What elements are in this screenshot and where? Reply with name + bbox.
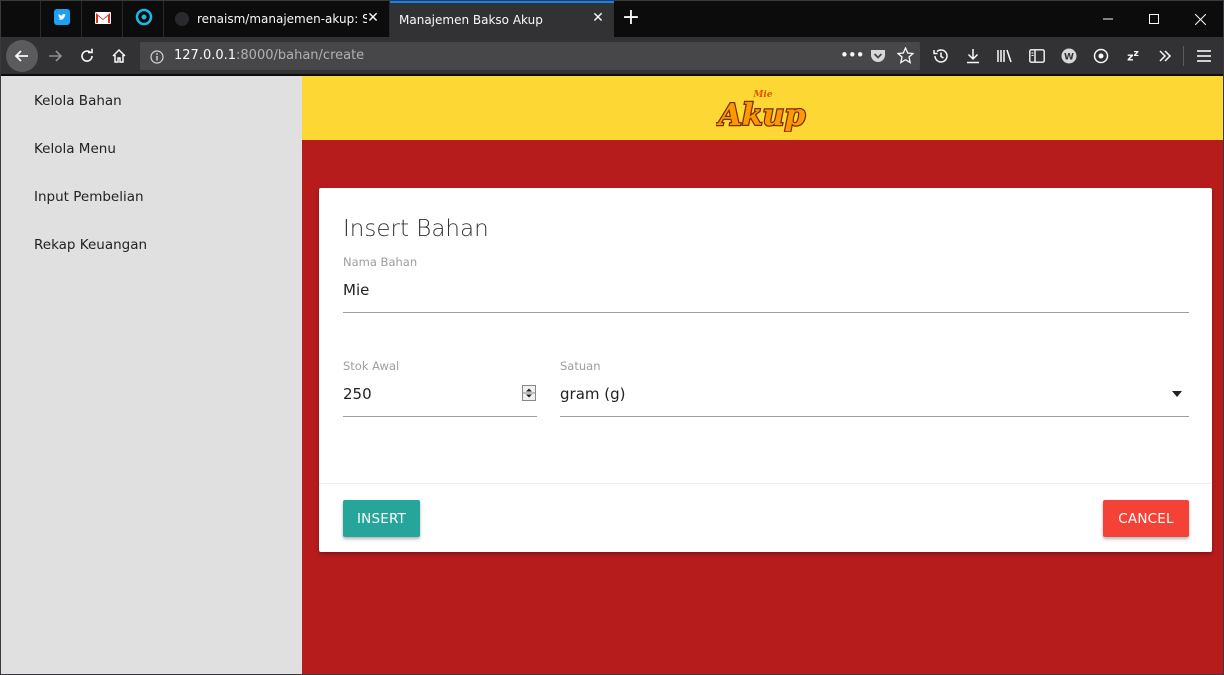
forward-button[interactable] [40, 41, 70, 71]
insert-button[interactable]: INSERT [343, 500, 420, 537]
extension-evernote-icon[interactable] [1086, 41, 1116, 71]
extension-w-icon[interactable]: W [1054, 41, 1084, 71]
new-tab-button[interactable]: + [619, 5, 643, 31]
tab-github[interactable]: renaism/manajemen-akup: Sist ✕ [165, 1, 390, 37]
page-content: Kelola Bahan Kelola Menu Input Pembelian… [1, 76, 1223, 674]
tab-title: renaism/manajemen-akup: Sist [197, 12, 367, 26]
brand-logo[interactable]: Mie Akup [714, 86, 811, 136]
url-text: 127.0.0.1:8000/bahan/create [174, 48, 364, 63]
maximize-button[interactable] [1131, 1, 1177, 37]
header-bar: Mie Akup [302, 76, 1223, 140]
svg-text:W: W [1064, 53, 1074, 63]
stok-awal-input[interactable]: 250 [343, 385, 372, 403]
sidebar-item-kelola-menu[interactable]: Kelola Menu [34, 141, 116, 157]
cancel-button[interactable]: CANCEL [1103, 500, 1189, 537]
bookmark-star-icon[interactable] [896, 46, 915, 68]
overflow-icon[interactable] [1150, 41, 1180, 71]
home-button[interactable] [104, 41, 134, 71]
satuan-underline [560, 416, 1189, 417]
logo-text: Akup [716, 98, 805, 132]
extension-zz-icon[interactable]: zz [1118, 41, 1148, 71]
tab-strip-spacer [1, 1, 41, 37]
satuan-select[interactable]: gram (g) [560, 385, 626, 403]
card-divider [319, 483, 1212, 484]
tab-active[interactable]: Manajemen Bakso Akup ✕ [390, 1, 614, 37]
toolbar-divider [1183, 46, 1184, 66]
info-icon[interactable] [150, 49, 164, 68]
tab-bar: renaism/manajemen-akup: Sist ✕ Manajemen… [1, 1, 1223, 37]
nama-bahan-underline [343, 312, 1189, 313]
circle-app-icon [135, 8, 153, 30]
history-icon[interactable] [926, 41, 956, 71]
nav-toolbar: 127.0.0.1:8000/bahan/create ••• W zz [1, 37, 1223, 75]
twitter-icon [53, 9, 70, 29]
menu-icon[interactable] [1189, 41, 1219, 71]
download-icon[interactable] [958, 41, 988, 71]
library-icon[interactable] [990, 41, 1020, 71]
github-icon [174, 11, 190, 30]
chevron-down-icon[interactable] [1172, 391, 1182, 397]
tab-title: Manajemen Bakso Akup [399, 13, 543, 27]
satuan-label: Satuan [560, 359, 601, 373]
pinned-tab-gmail[interactable] [83, 1, 123, 37]
back-button[interactable] [6, 40, 38, 72]
insert-bahan-card: Insert Bahan Nama Bahan Mie Stok Awal 25… [319, 188, 1212, 552]
minimize-button[interactable] [1085, 1, 1131, 37]
address-bar[interactable]: 127.0.0.1:8000/bahan/create ••• [140, 42, 920, 70]
close-window-button[interactable] [1177, 1, 1223, 37]
pinned-tab-circle-app[interactable] [124, 1, 164, 37]
sidebar: Kelola Bahan Kelola Menu Input Pembelian… [1, 76, 302, 674]
sidebar-icon[interactable] [1022, 41, 1052, 71]
gmail-icon [94, 10, 111, 29]
quantity-stepper[interactable] [522, 385, 536, 401]
url-path: :8000/bahan/create [236, 48, 365, 63]
sidebar-item-kelola-bahan[interactable]: Kelola Bahan [34, 93, 122, 109]
card-title: Insert Bahan [343, 216, 489, 242]
stok-awal-label: Stok Awal [343, 359, 400, 373]
close-icon[interactable]: ✕ [365, 10, 381, 26]
nama-bahan-label: Nama Bahan [343, 255, 418, 269]
nama-bahan-input[interactable]: Mie [343, 281, 369, 299]
url-host: 127.0.0.1 [174, 48, 237, 63]
pinned-tab-twitter[interactable] [42, 1, 82, 37]
browser-window: renaism/manajemen-akup: Sist ✕ Manajemen… [0, 0, 1224, 675]
close-icon[interactable]: ✕ [590, 10, 606, 26]
pocket-icon[interactable] [870, 48, 886, 68]
sidebar-item-rekap-keuangan[interactable]: Rekap Keuangan [34, 237, 147, 253]
stok-awal-underline [343, 416, 537, 417]
page-actions-icon[interactable]: ••• [840, 46, 865, 64]
reload-button[interactable] [72, 41, 102, 71]
sidebar-item-input-pembelian[interactable]: Input Pembelian [34, 189, 144, 205]
